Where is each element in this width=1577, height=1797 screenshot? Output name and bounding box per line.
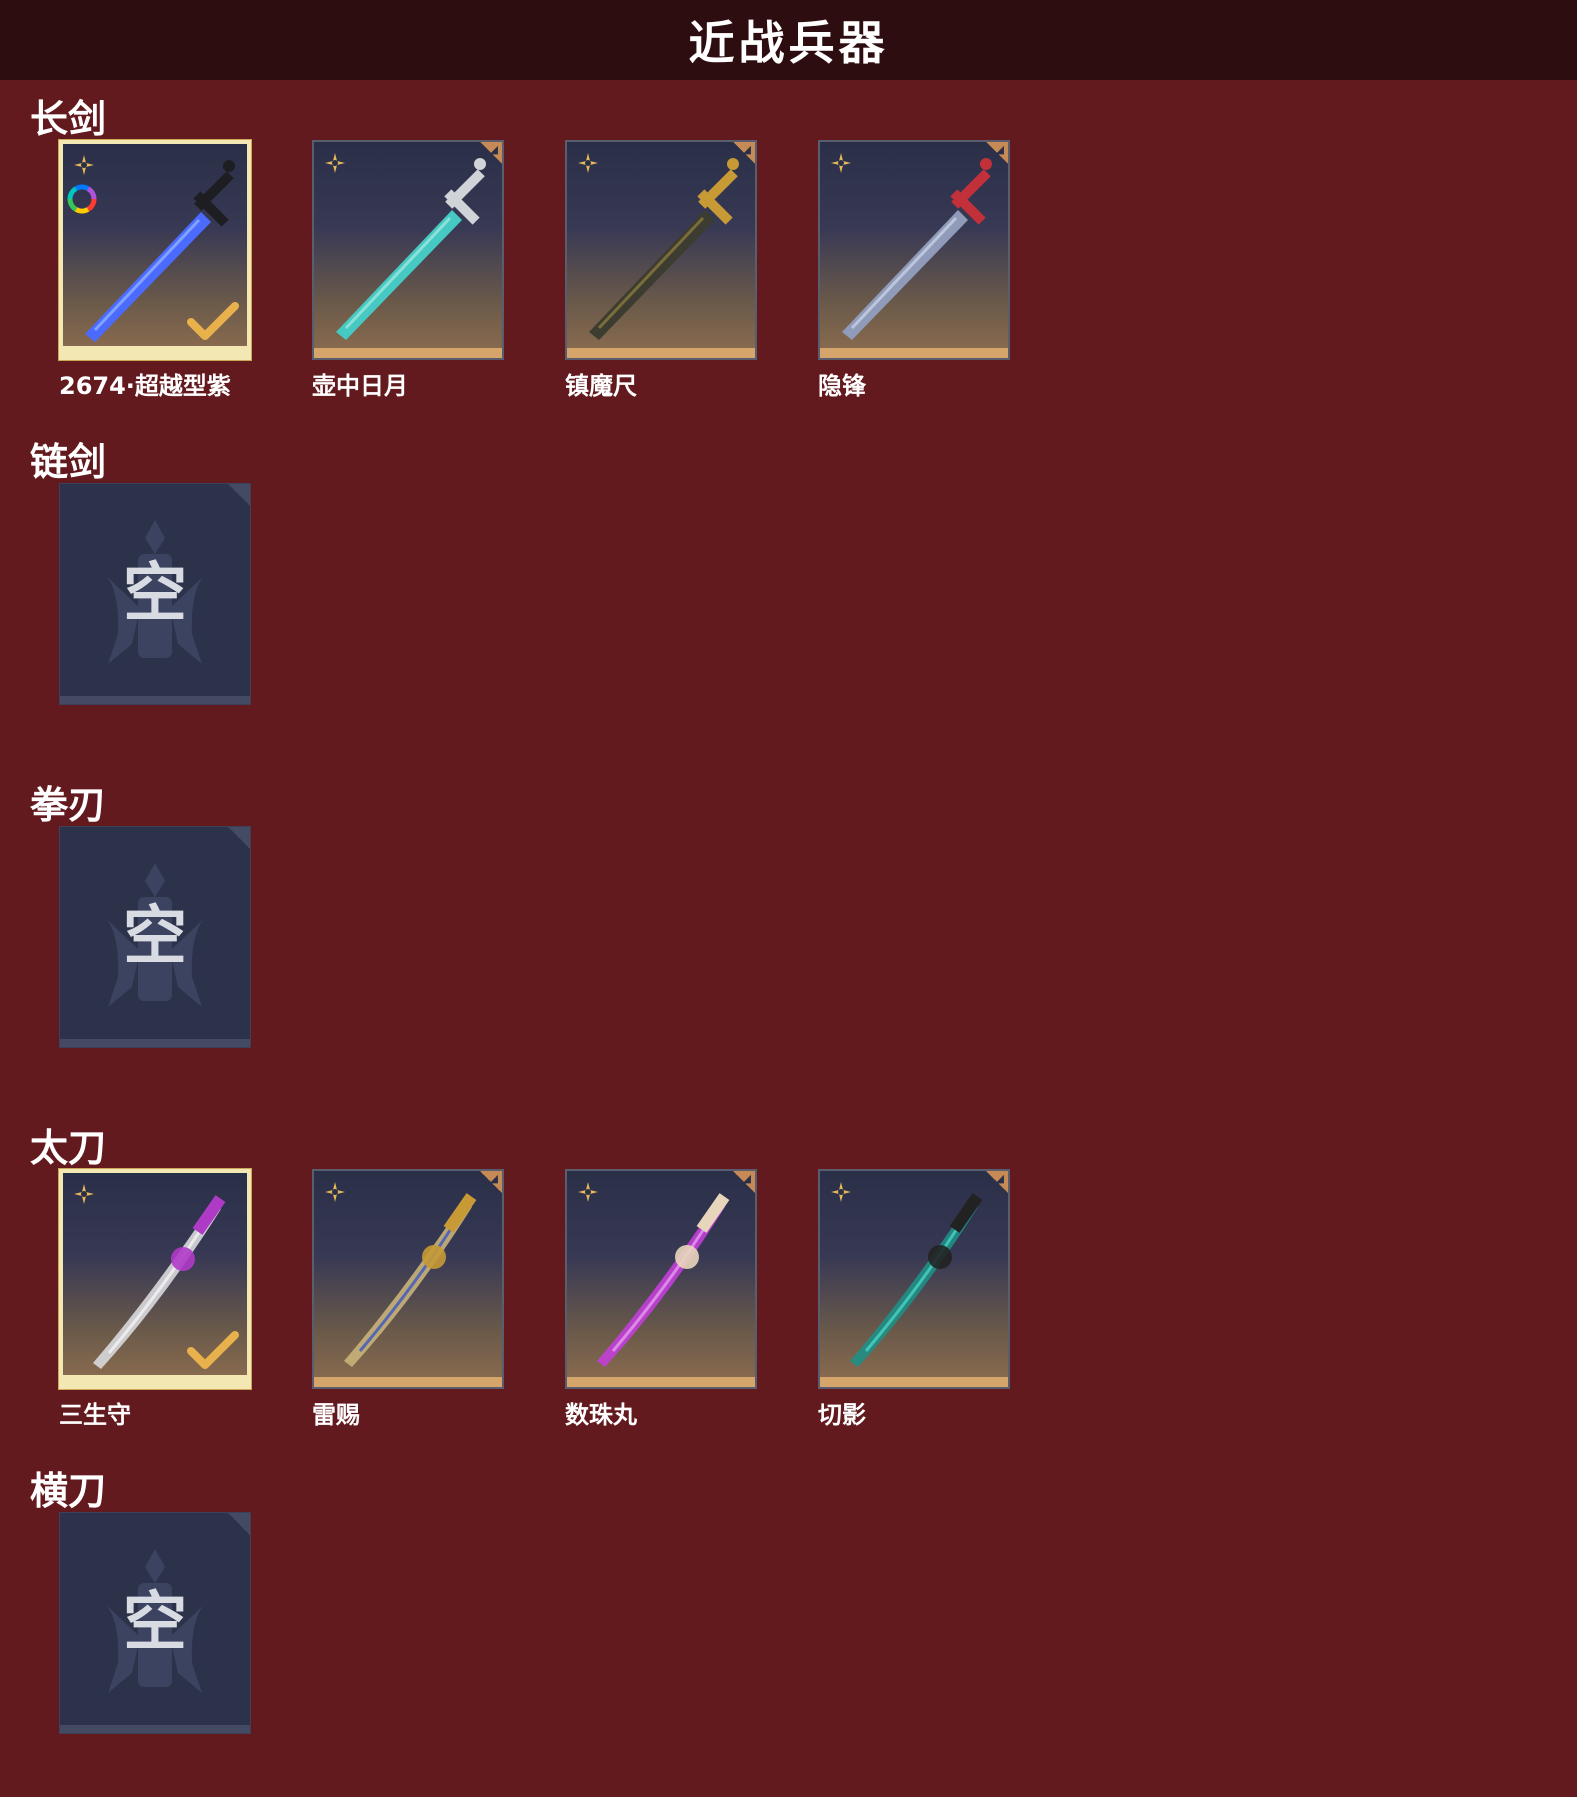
rarity-strip <box>820 1377 1008 1387</box>
section-title: 横刀 <box>30 1469 107 1513</box>
empty-weapon-slot[interactable]: 空 <box>59 1512 251 1736</box>
weapon-section: 拳刃空 <box>0 768 1577 1098</box>
weapon-name: 镇魔尺 <box>565 372 637 400</box>
weapon-name: 切影 <box>818 1401 866 1429</box>
equipped-check-icon <box>187 302 239 340</box>
empty-slot-tile: 空 <box>59 483 251 705</box>
section-title: 长剑 <box>30 97 107 141</box>
rarity-star-icon <box>325 153 345 173</box>
rarity-strip <box>63 1375 247 1385</box>
weapon-name: 三生守 <box>59 1401 131 1429</box>
weapon-name: 壶中日月 <box>312 372 408 400</box>
rarity-strip <box>63 346 247 356</box>
empty-weapon-slot[interactable]: 空 <box>59 483 251 707</box>
rarity-star-icon <box>831 153 851 173</box>
weapon-tile: ◢ <box>565 140 757 360</box>
empty-weapon-slot[interactable]: 空 <box>59 826 251 1050</box>
corner-marker-icon: ◢ <box>742 1172 751 1185</box>
weapon-section: 横刀空 <box>0 1454 1577 1784</box>
weapon-card[interactable]: ◢ 数珠丸 <box>565 1169 757 1429</box>
weapon-tile: ◢ <box>818 140 1010 360</box>
corner-marker-icon: ◢ <box>995 143 1004 156</box>
empty-slot-label: 空 <box>123 900 187 974</box>
rarity-star-icon <box>578 1182 598 1202</box>
empty-slot-tile: 空 <box>59 826 251 1048</box>
rarity-strip <box>314 348 502 358</box>
rarity-star-icon <box>831 1182 851 1202</box>
rarity-star-icon <box>325 1182 345 1202</box>
weapon-card[interactable]: ◢ 镇魔尺 <box>565 140 757 400</box>
slot-bottom-strip <box>60 1039 250 1047</box>
weapon-card[interactable]: ◢ 隐锋 <box>818 140 1010 400</box>
weapon-name: 雷赐 <box>312 1401 360 1429</box>
empty-slot-label: 空 <box>123 1586 187 1660</box>
page-header: 近战兵器 <box>0 0 1577 80</box>
empty-slot-label: 空 <box>123 557 187 631</box>
weapon-tile: ◢ <box>565 1169 757 1389</box>
weapon-name: 隐锋 <box>818 372 866 400</box>
equipped-check-icon <box>187 1331 239 1369</box>
section-title: 链剑 <box>30 440 107 484</box>
weapon-tile <box>59 1169 251 1389</box>
rarity-strip <box>820 348 1008 358</box>
rarity-strip <box>567 348 755 358</box>
weapon-tile: ◢ <box>818 1169 1010 1389</box>
weapon-section: 链剑空 <box>0 425 1577 755</box>
empty-slot-tile: 空 <box>59 1512 251 1734</box>
slot-bottom-strip <box>60 1725 250 1733</box>
weapon-section: 太刀三生守 ◢ 雷赐 ◢ 数珠丸 ◢ 切影 <box>0 1111 1577 1441</box>
slot-corner-tab: ◢ <box>733 1171 755 1193</box>
rarity-strip <box>314 1377 502 1387</box>
rarity-strip <box>567 1377 755 1387</box>
section-title: 太刀 <box>30 1126 107 1170</box>
weapon-name: 2674·超越型紫 <box>59 372 231 400</box>
weapon-card[interactable]: ◢ 切影 <box>818 1169 1010 1429</box>
weapon-section: 长剑 2674·超越型紫 ◢ 壶中日月 ◢ 镇魔尺 ◢ 隐锋 <box>0 82 1577 412</box>
slot-corner-tab: ◢ <box>986 1171 1008 1193</box>
weapon-card[interactable]: ◢ 雷赐 <box>312 1169 504 1429</box>
slot-corner-tab: ◢ <box>733 142 755 164</box>
corner-marker-icon: ◢ <box>742 143 751 156</box>
slot-corner-tab: ◢ <box>480 1171 502 1193</box>
corner-marker-icon: ◢ <box>489 143 498 156</box>
rarity-star-icon <box>74 1184 94 1204</box>
weapon-card[interactable]: 2674·超越型紫 <box>59 140 251 400</box>
corner-marker-icon: ◢ <box>489 1172 498 1185</box>
section-title: 拳刃 <box>30 783 107 827</box>
weapon-card[interactable]: ◢ 壶中日月 <box>312 140 504 400</box>
corner-marker-icon: ◢ <box>995 1172 1004 1185</box>
slot-bottom-strip <box>60 696 250 704</box>
weapon-name: 数珠丸 <box>565 1401 637 1429</box>
slot-corner-tab <box>228 1513 250 1535</box>
slot-corner-tab <box>228 827 250 849</box>
weapon-card[interactable]: 三生守 <box>59 1169 251 1429</box>
weapon-tile: ◢ <box>312 140 504 360</box>
slot-corner-tab: ◢ <box>480 142 502 164</box>
weapon-tile: ◢ <box>312 1169 504 1389</box>
slot-corner-tab: ◢ <box>986 142 1008 164</box>
color-ring-icon <box>67 184 97 214</box>
page-title: 近战兵器 <box>688 16 889 70</box>
weapon-tile <box>59 140 251 360</box>
rarity-star-icon <box>578 153 598 173</box>
rarity-star-icon <box>74 155 94 175</box>
slot-corner-tab <box>228 484 250 506</box>
